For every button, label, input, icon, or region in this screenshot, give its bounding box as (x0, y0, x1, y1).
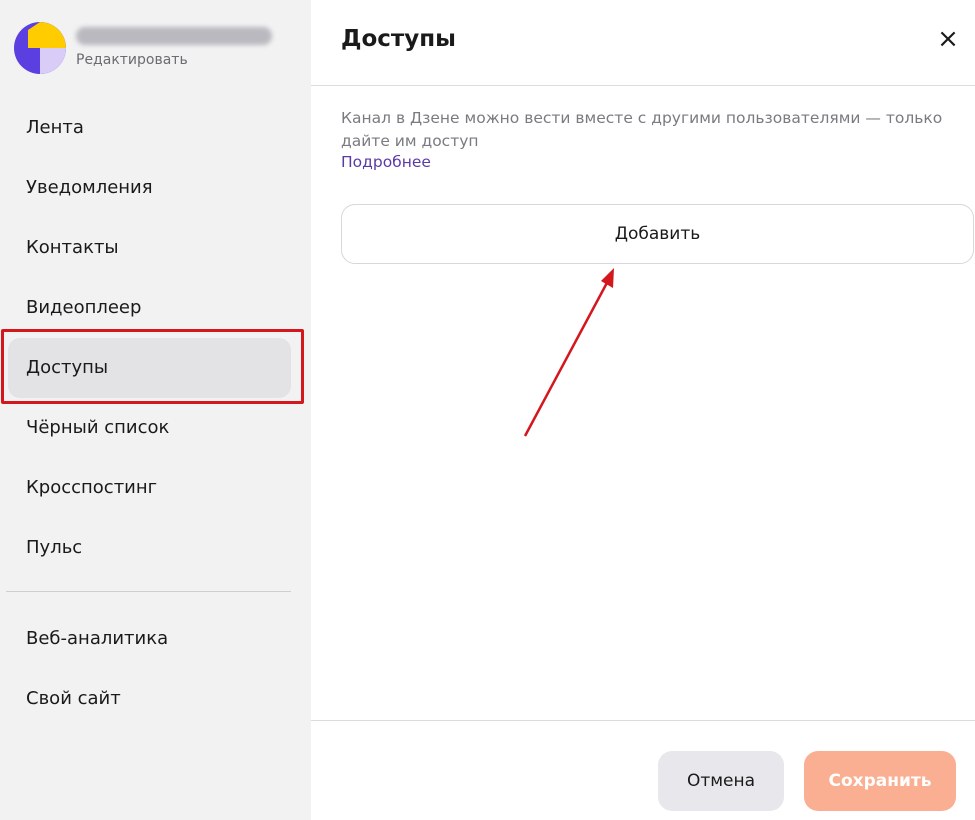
sidebar-item-contacts[interactable]: Контакты (8, 218, 291, 278)
annotation-arrow-head (601, 268, 614, 288)
sidebar-item-feed[interactable]: Лента (8, 98, 291, 158)
channel-avatar (14, 22, 66, 74)
save-button[interactable]: Сохранить (804, 751, 956, 811)
more-info-link[interactable]: Подробнее (341, 153, 431, 171)
sidebar: Редактировать Лента Уведомления Контакты… (0, 0, 311, 820)
access-description: Канал в Дзене можно вести вместе с други… (341, 109, 943, 150)
page-title: Доступы (341, 26, 456, 52)
channel-avatar-icon (14, 22, 66, 74)
sidebar-item-crossposting[interactable]: Кросспостинг (8, 458, 291, 518)
sidebar-item-blacklist[interactable]: Чёрный список (8, 398, 291, 458)
cancel-button[interactable]: Отмена (658, 751, 784, 811)
add-access-button[interactable]: Добавить (341, 204, 974, 264)
sidebar-item-notifications[interactable]: Уведомления (8, 158, 291, 218)
close-icon[interactable]: × (932, 24, 964, 56)
channel-name-blurred (76, 27, 272, 45)
channel-header[interactable]: Редактировать (14, 22, 304, 74)
footer-divider (311, 720, 975, 721)
sidebar-item-web-analytics[interactable]: Веб-аналитика (8, 609, 291, 669)
channel-edit-link[interactable]: Редактировать (76, 52, 188, 68)
sidebar-divider (6, 591, 291, 592)
sidebar-item-own-site[interactable]: Свой сайт (8, 669, 291, 729)
annotation-arrow-line (523, 278, 611, 437)
header-divider (311, 85, 975, 86)
sidebar-item-pulse[interactable]: Пульс (8, 518, 291, 578)
highlight-annotation-box (1, 329, 304, 404)
